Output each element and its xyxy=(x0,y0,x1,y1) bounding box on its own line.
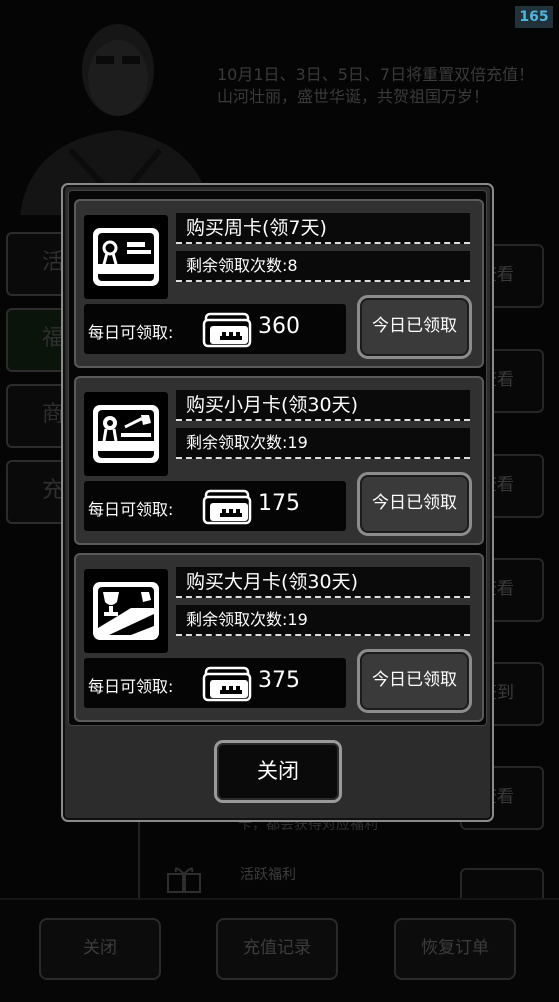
content-divider xyxy=(138,820,140,900)
week-card-panel: 购买周卡(领7天) 剩余领取次数:8 每日可领取: 360 今日已领取 xyxy=(74,199,484,368)
daily-reward-amount: 175 xyxy=(258,491,300,516)
daily-reward: 每日可领取: 360 xyxy=(84,304,346,354)
claimed-today-button[interactable]: 今日已领取 xyxy=(357,649,472,713)
card-title: 购买周卡(领7天) xyxy=(176,213,470,244)
daily-reward: 每日可领取: 375 xyxy=(84,658,346,708)
remaining-count: 剩余领取次数:8 xyxy=(176,251,470,282)
restore-orders-button[interactable]: 恢复订单 xyxy=(394,918,516,980)
daily-reward: 每日可领取: 175 xyxy=(84,481,346,531)
daily-reward-label: 每日可领取: xyxy=(88,323,174,342)
daily-reward-amount: 360 xyxy=(258,314,300,339)
active-welfare-label: 活跃福利 xyxy=(240,867,296,883)
big-month-card-icon xyxy=(84,569,168,653)
gift-icon xyxy=(167,867,201,893)
card-title: 购买大月卡(领30天) xyxy=(176,567,470,598)
daily-reward-label: 每日可领取: xyxy=(88,500,174,519)
card-title: 购买小月卡(领30天) xyxy=(176,390,470,421)
small-month-card-icon xyxy=(84,392,168,476)
cash-cards-icon xyxy=(202,666,252,702)
cash-cards-icon xyxy=(202,312,252,348)
daily-reward-amount: 375 xyxy=(258,668,300,693)
bottom-close-button[interactable]: 关闭 xyxy=(39,918,161,980)
big-month-card-panel: 购买大月卡(领30天) 剩余领取次数:19 每日可领取: 375 今日已领取 xyxy=(74,553,484,722)
remaining-count: 剩余领取次数:19 xyxy=(176,605,470,636)
claimed-today-button[interactable]: 今日已领取 xyxy=(357,472,472,536)
fps-counter: 165 xyxy=(515,6,553,28)
remaining-count: 剩余领取次数:19 xyxy=(176,428,470,459)
week-card-icon xyxy=(84,215,168,299)
card-rewards-dialog: 购买周卡(领7天) 剩余领取次数:8 每日可领取: 360 今日已领取 购买小月… xyxy=(61,183,494,822)
cash-cards-icon xyxy=(202,489,252,525)
announcement-text: 10月1日、3日、5日、7日将重置双倍充值！山河壮丽，盛世华诞，共贺祖国万岁！ xyxy=(217,65,535,106)
card-list: 购买周卡(领7天) 剩余领取次数:8 每日可领取: 360 今日已领取 购买小月… xyxy=(68,190,487,726)
claimed-today-button[interactable]: 今日已领取 xyxy=(357,295,472,359)
recharge-history-button[interactable]: 充值记录 xyxy=(216,918,338,980)
close-dialog-button[interactable]: 关闭 xyxy=(214,740,342,803)
daily-reward-label: 每日可领取: xyxy=(88,677,174,696)
small-month-card-panel: 购买小月卡(领30天) 剩余领取次数:19 每日可领取: 175 今日已领取 xyxy=(74,376,484,545)
